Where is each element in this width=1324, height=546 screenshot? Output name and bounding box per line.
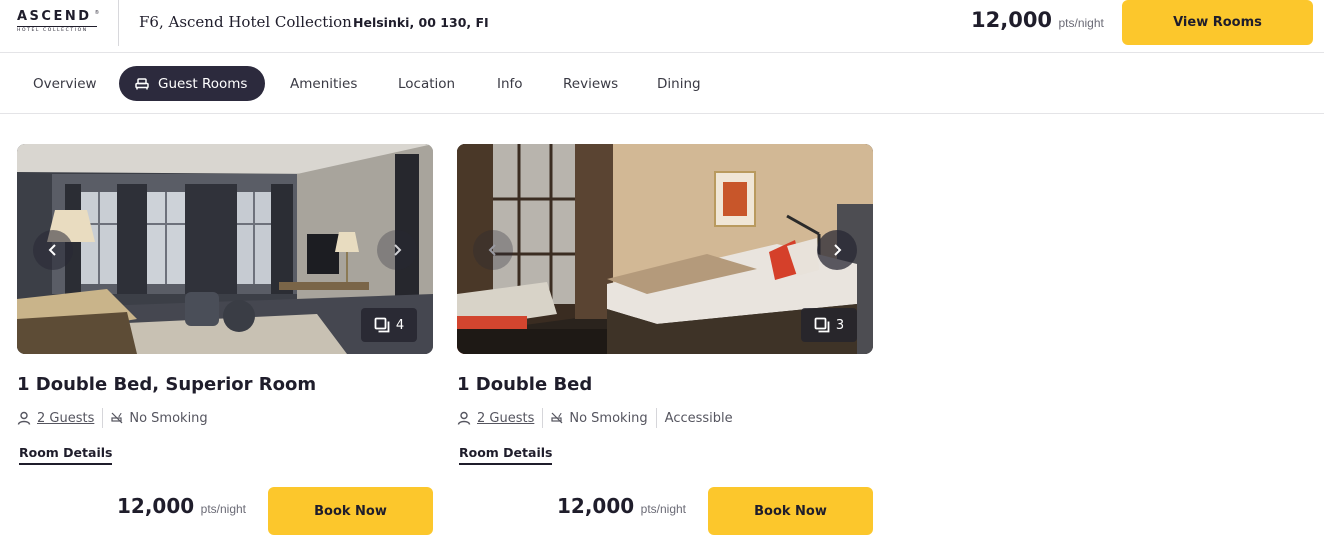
attribute-divider [655, 408, 657, 428]
room-price-unit: pts/night [640, 502, 687, 516]
chevron-right-icon [834, 244, 842, 256]
no-smoking-icon [551, 412, 563, 424]
room-price-value: 12,000 [557, 494, 635, 518]
carousel-prev-button[interactable] [473, 230, 513, 270]
room-price-value: 12,000 [117, 494, 195, 518]
gallery-icon [814, 317, 830, 333]
chevron-left-icon [48, 244, 56, 256]
header-divider [118, 0, 119, 46]
smoking-attribute: No Smoking [111, 410, 208, 426]
photo-count-badge: 4 [361, 308, 417, 342]
room-attributes: 2 Guests No Smoking [17, 408, 208, 428]
logo-subtitle: HOTEL COLLECTION [17, 28, 88, 33]
room-details-link[interactable]: Room Details [19, 445, 113, 465]
carousel-next-button[interactable] [817, 230, 857, 270]
guests-attribute[interactable]: 2 Guests [457, 411, 534, 426]
photo-count-badge: 3 [801, 308, 857, 342]
tab-guest-rooms-label: Guest Rooms [158, 75, 248, 92]
room-photo-carousel[interactable]: 4 [17, 144, 433, 354]
logo-wordmark: ASCEND [17, 9, 92, 24]
bed-icon [135, 77, 149, 89]
room-price: 12,000 pts/night [557, 494, 686, 518]
section-tabs: Overview Guest Rooms Amenities Location … [0, 54, 1324, 114]
guests-label: 2 Guests [37, 410, 95, 426]
tab-amenities[interactable]: Amenities [290, 66, 357, 101]
attribute-divider [102, 408, 104, 428]
room-price-unit: pts/night [200, 502, 247, 516]
accessible-attribute: Accessible [665, 411, 733, 426]
room-card: 3 1 Double Bed 2 Guests No Smoking Acces… [457, 144, 873, 539]
room-attributes: 2 Guests No Smoking Accessible [457, 408, 733, 428]
smoking-attribute: No Smoking [551, 410, 648, 426]
ascend-logo[interactable]: ASCEND ® HOTEL COLLECTION [17, 10, 99, 36]
view-rooms-button[interactable]: View Rooms [1122, 0, 1313, 45]
no-smoking-icon [111, 412, 123, 424]
room-price: 12,000 pts/night [117, 494, 246, 518]
room-card: 4 1 Double Bed, Superior Room 2 Guests N… [17, 144, 433, 539]
carousel-prev-button[interactable] [33, 230, 73, 270]
room-photo-carousel[interactable]: 3 [457, 144, 873, 354]
smoking-label: No Smoking [129, 410, 208, 426]
logo-rule [17, 26, 97, 27]
room-title: 1 Double Bed, Superior Room [17, 374, 317, 395]
header-price: 12,000 pts/night [971, 8, 1104, 32]
carousel-next-button[interactable] [377, 230, 417, 270]
tab-info[interactable]: Info [497, 66, 523, 101]
attribute-divider [542, 408, 544, 428]
smoking-label: No Smoking [569, 410, 648, 426]
header-price-value: 12,000 [971, 8, 1053, 32]
tab-location[interactable]: Location [398, 66, 455, 101]
header-price-unit: pts/night [1058, 16, 1104, 30]
room-details-link[interactable]: Room Details [459, 445, 553, 465]
hotel-name: F6, Ascend Hotel Collection [139, 13, 352, 31]
book-now-button[interactable]: Book Now [268, 487, 433, 535]
photo-count: 3 [835, 317, 845, 333]
book-now-button[interactable]: Book Now [708, 487, 873, 535]
chevron-left-icon [488, 244, 496, 256]
room-title: 1 Double Bed [457, 374, 593, 395]
person-icon [17, 411, 31, 425]
chevron-right-icon [394, 244, 402, 256]
top-header: ASCEND ® HOTEL COLLECTION F6, Ascend Hot… [0, 0, 1324, 53]
tab-overview[interactable]: Overview [33, 66, 97, 101]
tab-dining[interactable]: Dining [657, 66, 701, 101]
gallery-icon [374, 317, 390, 333]
hotel-address: Helsinki, 00 130, FI [353, 15, 489, 30]
accessible-label: Accessible [664, 410, 733, 426]
guests-label: 2 Guests [477, 410, 535, 426]
photo-count: 4 [395, 317, 405, 333]
tab-guest-rooms[interactable]: Guest Rooms [119, 66, 265, 101]
guests-attribute[interactable]: 2 Guests [17, 411, 94, 426]
tab-reviews[interactable]: Reviews [563, 66, 618, 101]
person-icon [457, 411, 471, 425]
logo-registered-mark: ® [95, 10, 99, 16]
